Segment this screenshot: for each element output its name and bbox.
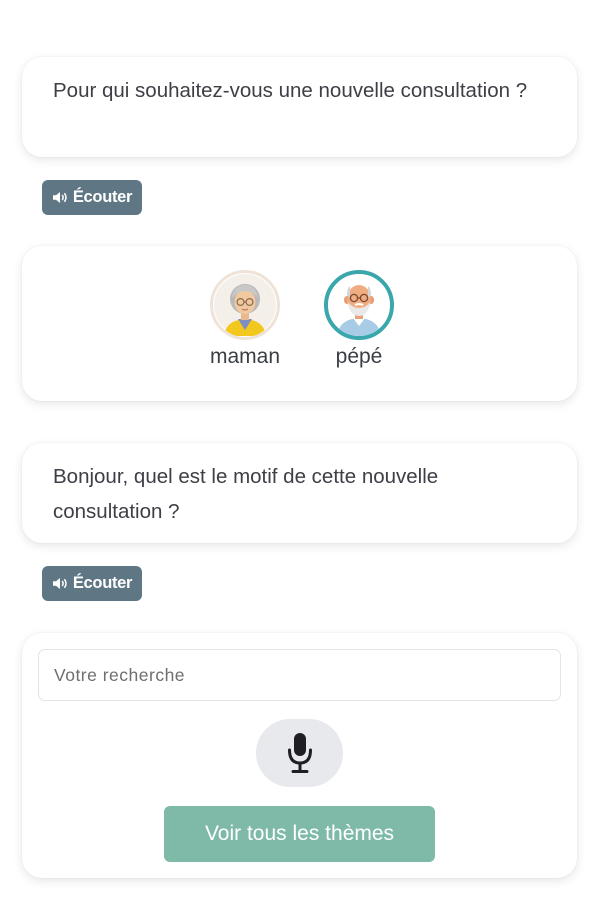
- microphone-button[interactable]: [256, 719, 343, 787]
- person-options: maman pépé: [22, 270, 577, 390]
- listen-label-2: Écouter: [72, 574, 133, 592]
- grandmother-avatar-icon: [210, 270, 280, 340]
- see-all-themes-label: Voir tous les thèmes: [204, 822, 395, 845]
- speaker-icon: [52, 578, 67, 589]
- person-option-pepe[interactable]: pépé: [304, 270, 414, 372]
- see-all-themes-button[interactable]: Voir tous les thèmes: [164, 806, 435, 862]
- question-bubble-1: Pour qui souhaitez-vous une nouvelle con…: [22, 57, 577, 157]
- person-option-maman[interactable]: maman: [190, 270, 300, 372]
- person-label-maman: maman: [209, 345, 281, 368]
- question-bubble-2: Bonjour, quel est le motif de cette nouv…: [22, 443, 577, 543]
- search-card: Voir tous les thèmes: [22, 633, 577, 878]
- listen-button-2[interactable]: Écouter: [42, 566, 142, 601]
- person-selector-card: maman pépé: [22, 246, 577, 401]
- speaker-icon: [52, 192, 67, 203]
- question-text-2: Bonjour, quel est le motif de cette nouv…: [53, 465, 439, 523]
- question-text-1: Pour qui souhaitez-vous une nouvelle con…: [53, 79, 528, 102]
- search-input[interactable]: [38, 649, 561, 701]
- listen-button-1[interactable]: Écouter: [42, 180, 142, 215]
- microphone-icon: [287, 733, 312, 773]
- listen-label-1: Écouter: [72, 188, 133, 206]
- grandfather-avatar-icon: [324, 270, 394, 340]
- chat-page: Pour qui souhaitez-vous une nouvelle con…: [0, 0, 599, 900]
- person-label-pepe: pépé: [335, 345, 383, 368]
